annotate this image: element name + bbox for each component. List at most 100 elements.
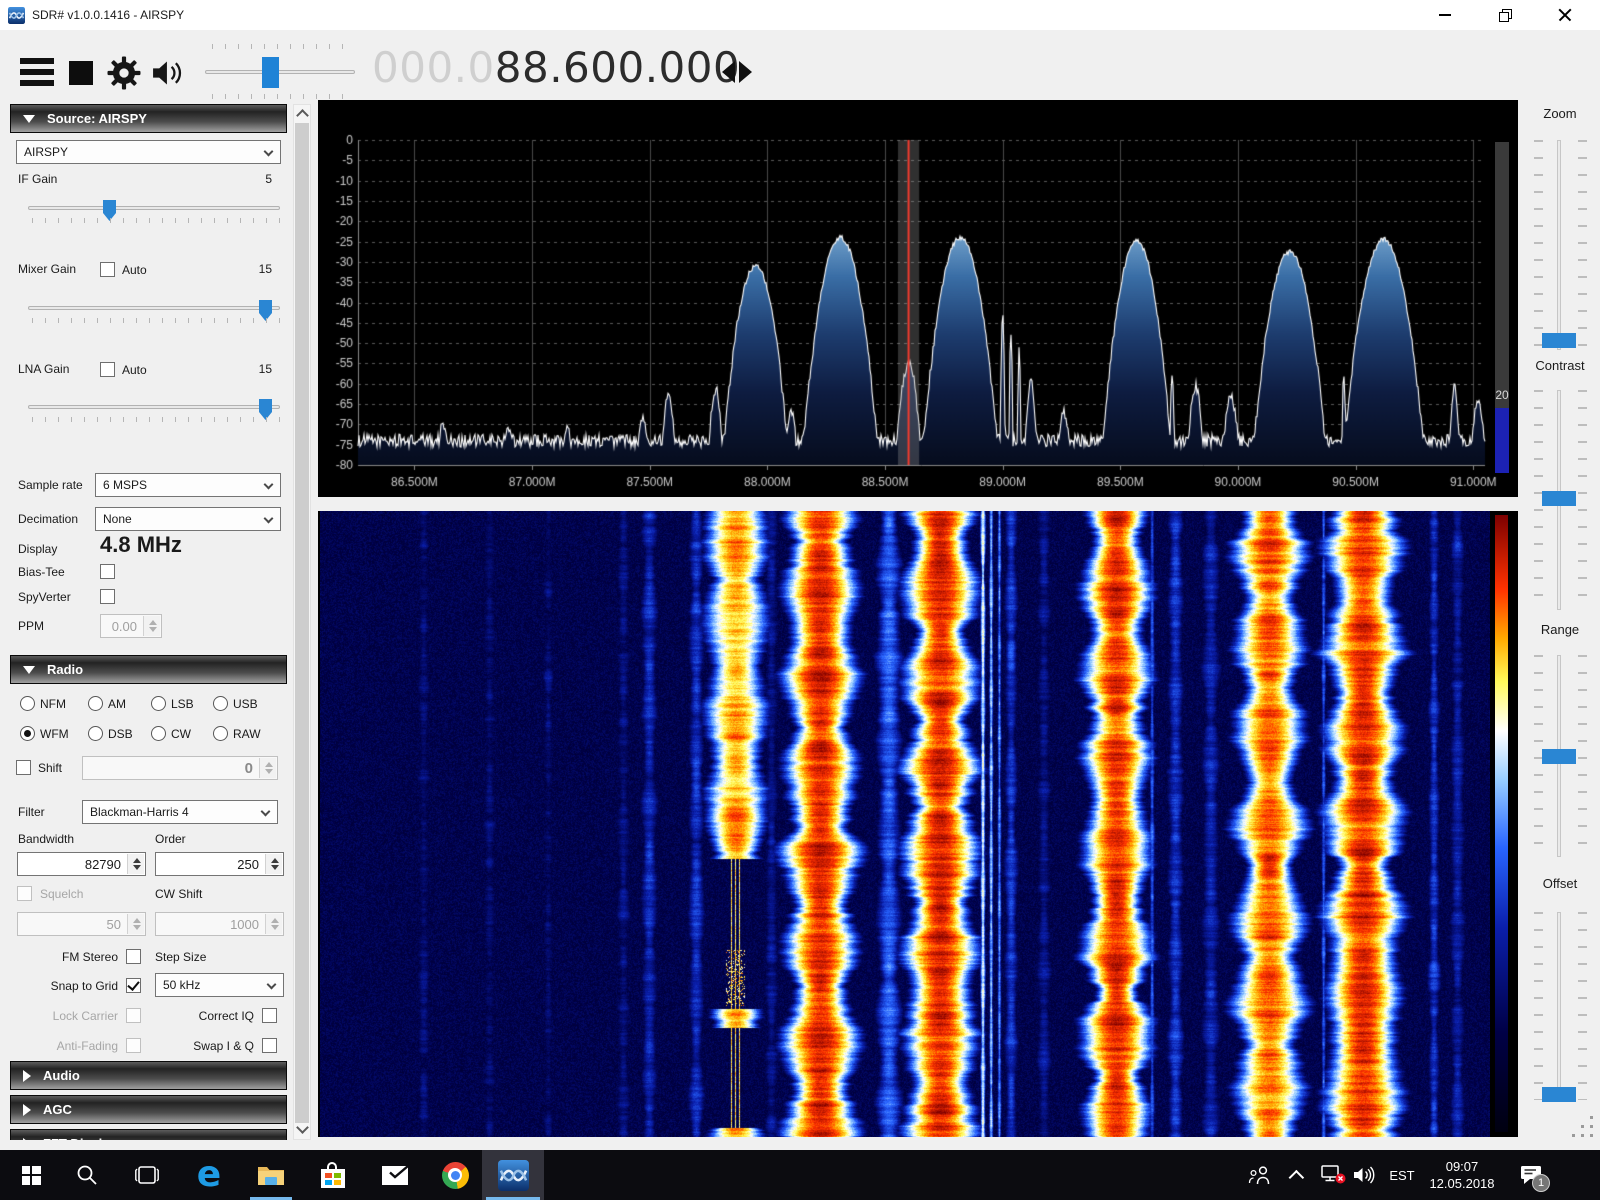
store-button[interactable] [310,1150,356,1200]
hamburger-icon [20,58,54,64]
panel-scrollbar[interactable] [293,104,311,1140]
contrast-slider-thumb[interactable] [1542,490,1576,506]
notification-badge: 1 [1532,1174,1550,1192]
zoom-slider-track[interactable] [1557,140,1561,350]
minimize-button[interactable] [1422,0,1468,30]
spectrum-waterfall-splitter[interactable] [318,497,1518,511]
window-resize-grip[interactable] [1572,1116,1598,1142]
waterfall-display[interactable] [320,511,1490,1137]
search-button[interactable] [64,1150,110,1200]
audio-panel-header[interactable]: Audio [10,1061,287,1090]
correct-iq-checkbox[interactable] [262,1008,277,1023]
shift-checkbox[interactable] [16,760,31,775]
scroll-up-icon[interactable] [296,109,309,122]
edge-button[interactable]: e [186,1150,232,1200]
contrast-slider-label: Contrast [1535,358,1585,373]
mode-label: WFM [40,727,69,741]
squelch-checkbox [17,886,32,901]
mail-button[interactable] [372,1150,418,1200]
source-panel-header[interactable]: Source: AIRSPY [10,104,287,133]
mode-label: AM [108,697,126,711]
clock-tray-button[interactable]: 09:07 12.05.2018 [1424,1150,1500,1200]
spinner-up-icon[interactable] [265,762,273,767]
agc-panel-header[interactable]: AGC [10,1095,287,1124]
menu-button[interactable] [20,58,54,88]
spinner-up-icon[interactable] [271,858,279,863]
people-tray-button[interactable] [1242,1150,1278,1200]
fm-stereo-checkbox[interactable] [126,949,141,964]
spinner-down-icon[interactable] [133,865,141,870]
bandwidth-spinner[interactable]: 82790 [17,852,146,876]
spinner-buttons[interactable] [259,758,276,778]
offset-slider-track[interactable] [1557,912,1561,1100]
lna-auto-checkbox[interactable] [100,362,115,377]
source-device-dropdown[interactable]: AIRSPY [16,140,281,164]
scrollbar-thumb[interactable] [295,123,309,1123]
if-gain-slider-track[interactable] [28,206,280,210]
snap-to-grid-checkbox[interactable] [126,978,141,993]
task-view-button[interactable] [124,1150,170,1200]
order-spinner[interactable]: 250 [155,852,284,876]
volume-slider-thumb[interactable] [262,57,279,88]
start-button[interactable] [8,1150,54,1200]
action-center-button[interactable]: 1 [1506,1150,1556,1200]
store-icon [321,1162,345,1188]
swap-iq-checkbox[interactable] [262,1038,277,1053]
spinner-down-icon[interactable] [265,769,273,774]
frequency-display[interactable]: 000.088.600.000 [372,43,740,92]
bias-tee-checkbox[interactable] [100,564,115,579]
frequency-step-left-icon[interactable] [722,61,735,83]
cw-shift-value: 1000 [230,916,259,932]
volume-tray-button[interactable] [1348,1150,1382,1200]
anti-fading-label: Anti-Fading [56,1039,118,1053]
shift-spinner[interactable]: 0 [82,756,278,780]
spinner-buttons[interactable] [127,854,144,874]
volume-ticks-top [212,44,353,49]
cw-shift-spinner: 1000 [155,912,284,936]
taskbar: e EST 09:07 12.05.2018 1 [0,1150,1600,1200]
lna-gain-slider-track[interactable] [28,405,280,409]
decimation-dropdown[interactable]: None [95,507,281,531]
mixer-auto-checkbox[interactable] [100,262,115,277]
spinner-down-icon[interactable] [149,627,157,632]
spinner-down-icon[interactable] [271,865,279,870]
spinner-buttons[interactable] [265,854,282,874]
audio-mute-button[interactable] [150,57,190,94]
radio-panel-header[interactable]: Radio [10,655,287,684]
stop-button[interactable] [69,61,93,85]
fft-display-panel-header[interactable]: FFT Display [10,1129,287,1140]
zoom-slider-label: Zoom [1543,106,1577,121]
spinner-up-icon[interactable] [133,858,141,863]
spinner-buttons[interactable] [143,616,160,636]
sdrsharp-taskbar-button[interactable] [482,1150,544,1200]
frequency-step-right-icon[interactable] [739,61,752,83]
offset-ticks [1534,912,1543,1100]
file-explorer-icon [258,1166,284,1185]
close-button[interactable] [1542,0,1588,30]
chrome-icon [441,1161,469,1189]
spectrum-display[interactable] [318,100,1518,497]
chrome-button[interactable] [432,1150,478,1200]
volume-slider-track[interactable] [205,70,355,74]
restore-button[interactable] [1482,0,1528,30]
sample-rate-dropdown[interactable]: 6 MSPS [95,473,281,497]
range-slider-thumb[interactable] [1542,749,1576,764]
ppm-spinner[interactable]: 0.00 [100,614,162,638]
tray-overflow-button[interactable] [1282,1150,1314,1200]
network-tray-button[interactable] [1316,1150,1352,1200]
file-explorer-button[interactable] [248,1150,294,1200]
settings-button[interactable] [106,55,142,96]
spyverter-checkbox[interactable] [100,589,115,604]
cw-shift-label: CW Shift [155,887,203,901]
mixer-gain-slider-track[interactable] [28,306,280,310]
language-indicator[interactable]: EST [1382,1150,1422,1200]
volume-ticks-bottom [212,94,353,99]
fft-display-panel-title: FFT Display [43,1136,117,1140]
step-size-dropdown[interactable]: 50 kHz [155,973,284,997]
offset-slider-thumb[interactable] [1542,1087,1576,1103]
tray-date: 12.05.2018 [1429,1176,1495,1191]
scroll-down-icon[interactable] [296,1121,309,1134]
filter-dropdown[interactable]: Blackman-Harris 4 [82,800,278,824]
spinner-up-icon[interactable] [149,620,157,625]
zoom-slider-thumb[interactable] [1542,332,1576,348]
